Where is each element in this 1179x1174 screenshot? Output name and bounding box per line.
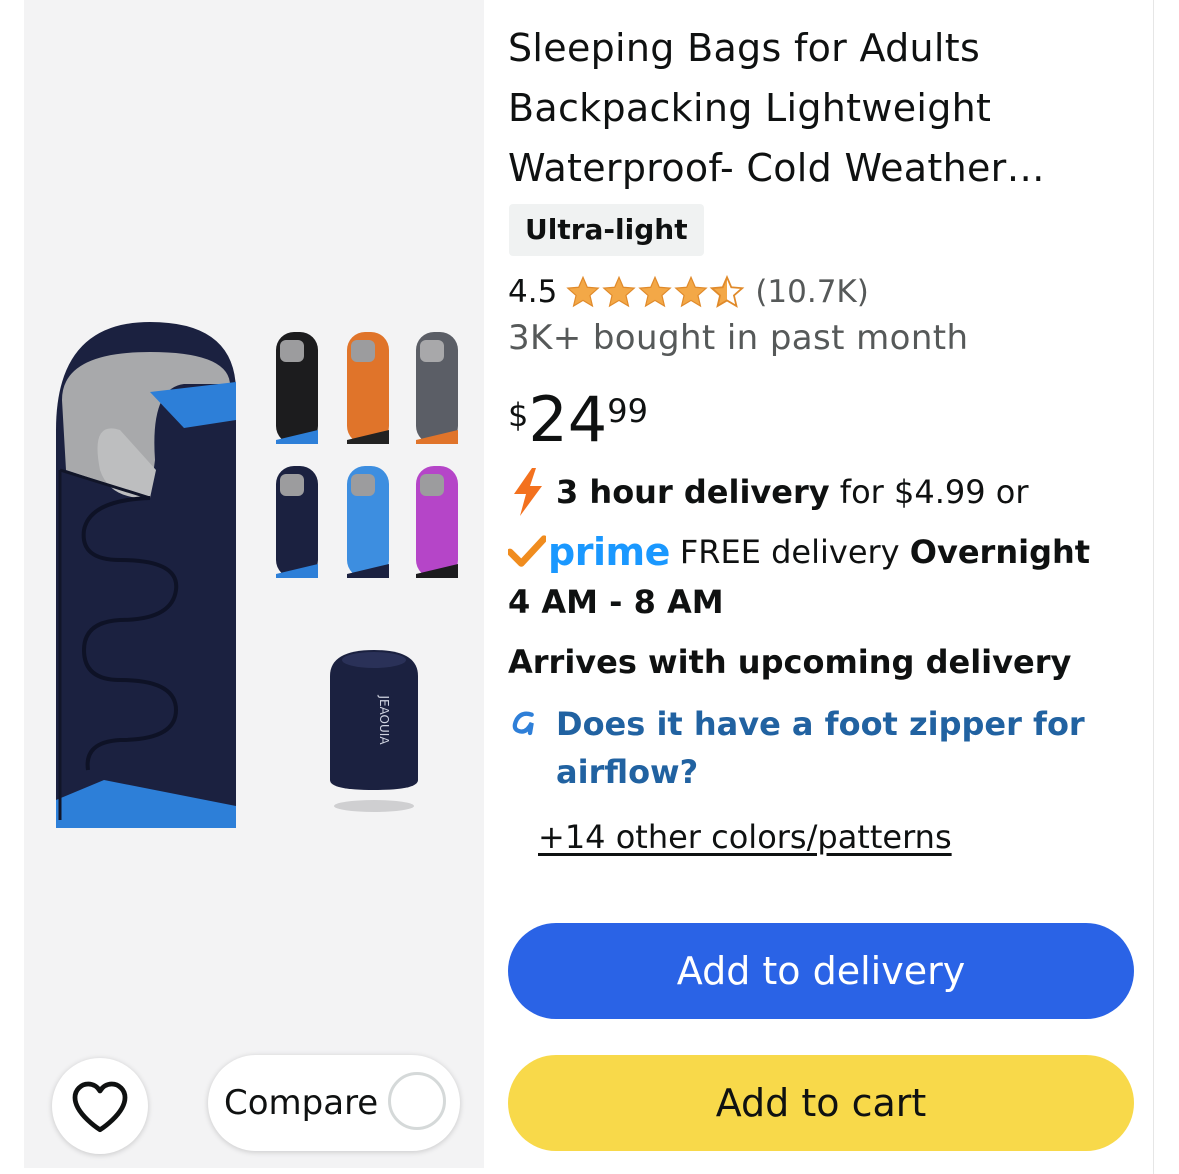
prime-delivery-text: FREE delivery: [679, 533, 910, 571]
rating-row[interactable]: 4.5 (10.7K): [508, 270, 869, 314]
compare-toggle-button[interactable]: Compare: [208, 1055, 460, 1151]
star-icon: [638, 275, 672, 308]
other-colors-link[interactable]: +14 other colors/patterns: [538, 818, 952, 856]
wishlist-button[interactable]: [52, 1058, 148, 1154]
compare-label: Compare: [224, 1083, 379, 1123]
stuff-sack-illustration: JEAOUIA: [330, 650, 418, 812]
prime-check-icon: [508, 535, 546, 567]
star-icon: [602, 275, 636, 308]
price-symbol: $: [508, 396, 529, 434]
arrives-with-upcoming-delivery: Arrives with upcoming delivery: [508, 643, 1072, 681]
fast-delivery-row: 3 hour delivery for $4.99 or: [508, 468, 1028, 516]
fast-delivery-price: for $4.99 or: [829, 473, 1029, 511]
rufus-question-text[interactable]: Does it have a foot zipper for airflow?: [556, 700, 1096, 796]
star-icon: [674, 275, 708, 308]
price: $ 24 99: [508, 380, 648, 460]
prime-delivery-row: prime FREE delivery Overnight: [508, 530, 1090, 574]
rating-value: 4.5: [508, 274, 558, 310]
color-variant-thumbnails: [276, 332, 458, 578]
fast-delivery-label: 3 hour delivery: [556, 473, 830, 511]
ultra-light-badge: Ultra-light: [509, 204, 704, 256]
heart-icon: [72, 1081, 128, 1133]
svg-text:JEAOUIA: JEAOUIA: [377, 694, 391, 745]
prime-delivery-speed: Overnight: [909, 533, 1091, 571]
rating-count[interactable]: (10.7K): [755, 274, 869, 310]
star-half-icon: [709, 275, 745, 308]
add-to-cart-button[interactable]: Add to cart: [508, 1055, 1134, 1151]
product-image-panel[interactable]: JEAOUIA: [24, 0, 484, 1168]
price-fraction: 99: [607, 392, 648, 430]
star-rating: [565, 275, 745, 309]
product-image[interactable]: JEAOUIA: [24, 0, 484, 900]
price-whole: 24: [528, 383, 608, 456]
product-title[interactable]: Sleeping Bags for Adults Backpacking Lig…: [508, 18, 1108, 198]
star-icon: [566, 275, 600, 308]
delivery-time-window: 4 AM - 8 AM: [508, 583, 724, 621]
add-to-delivery-button[interactable]: Add to delivery: [508, 923, 1134, 1019]
prime-logo: prime: [548, 530, 670, 574]
bought-in-past-month: 3K+ bought in past month: [508, 318, 969, 358]
compare-checkbox[interactable]: [388, 1072, 446, 1130]
rufus-question-icon: [512, 711, 534, 736]
lightning-icon: [514, 468, 542, 516]
main-sleeping-bag-illustration: [56, 322, 236, 828]
